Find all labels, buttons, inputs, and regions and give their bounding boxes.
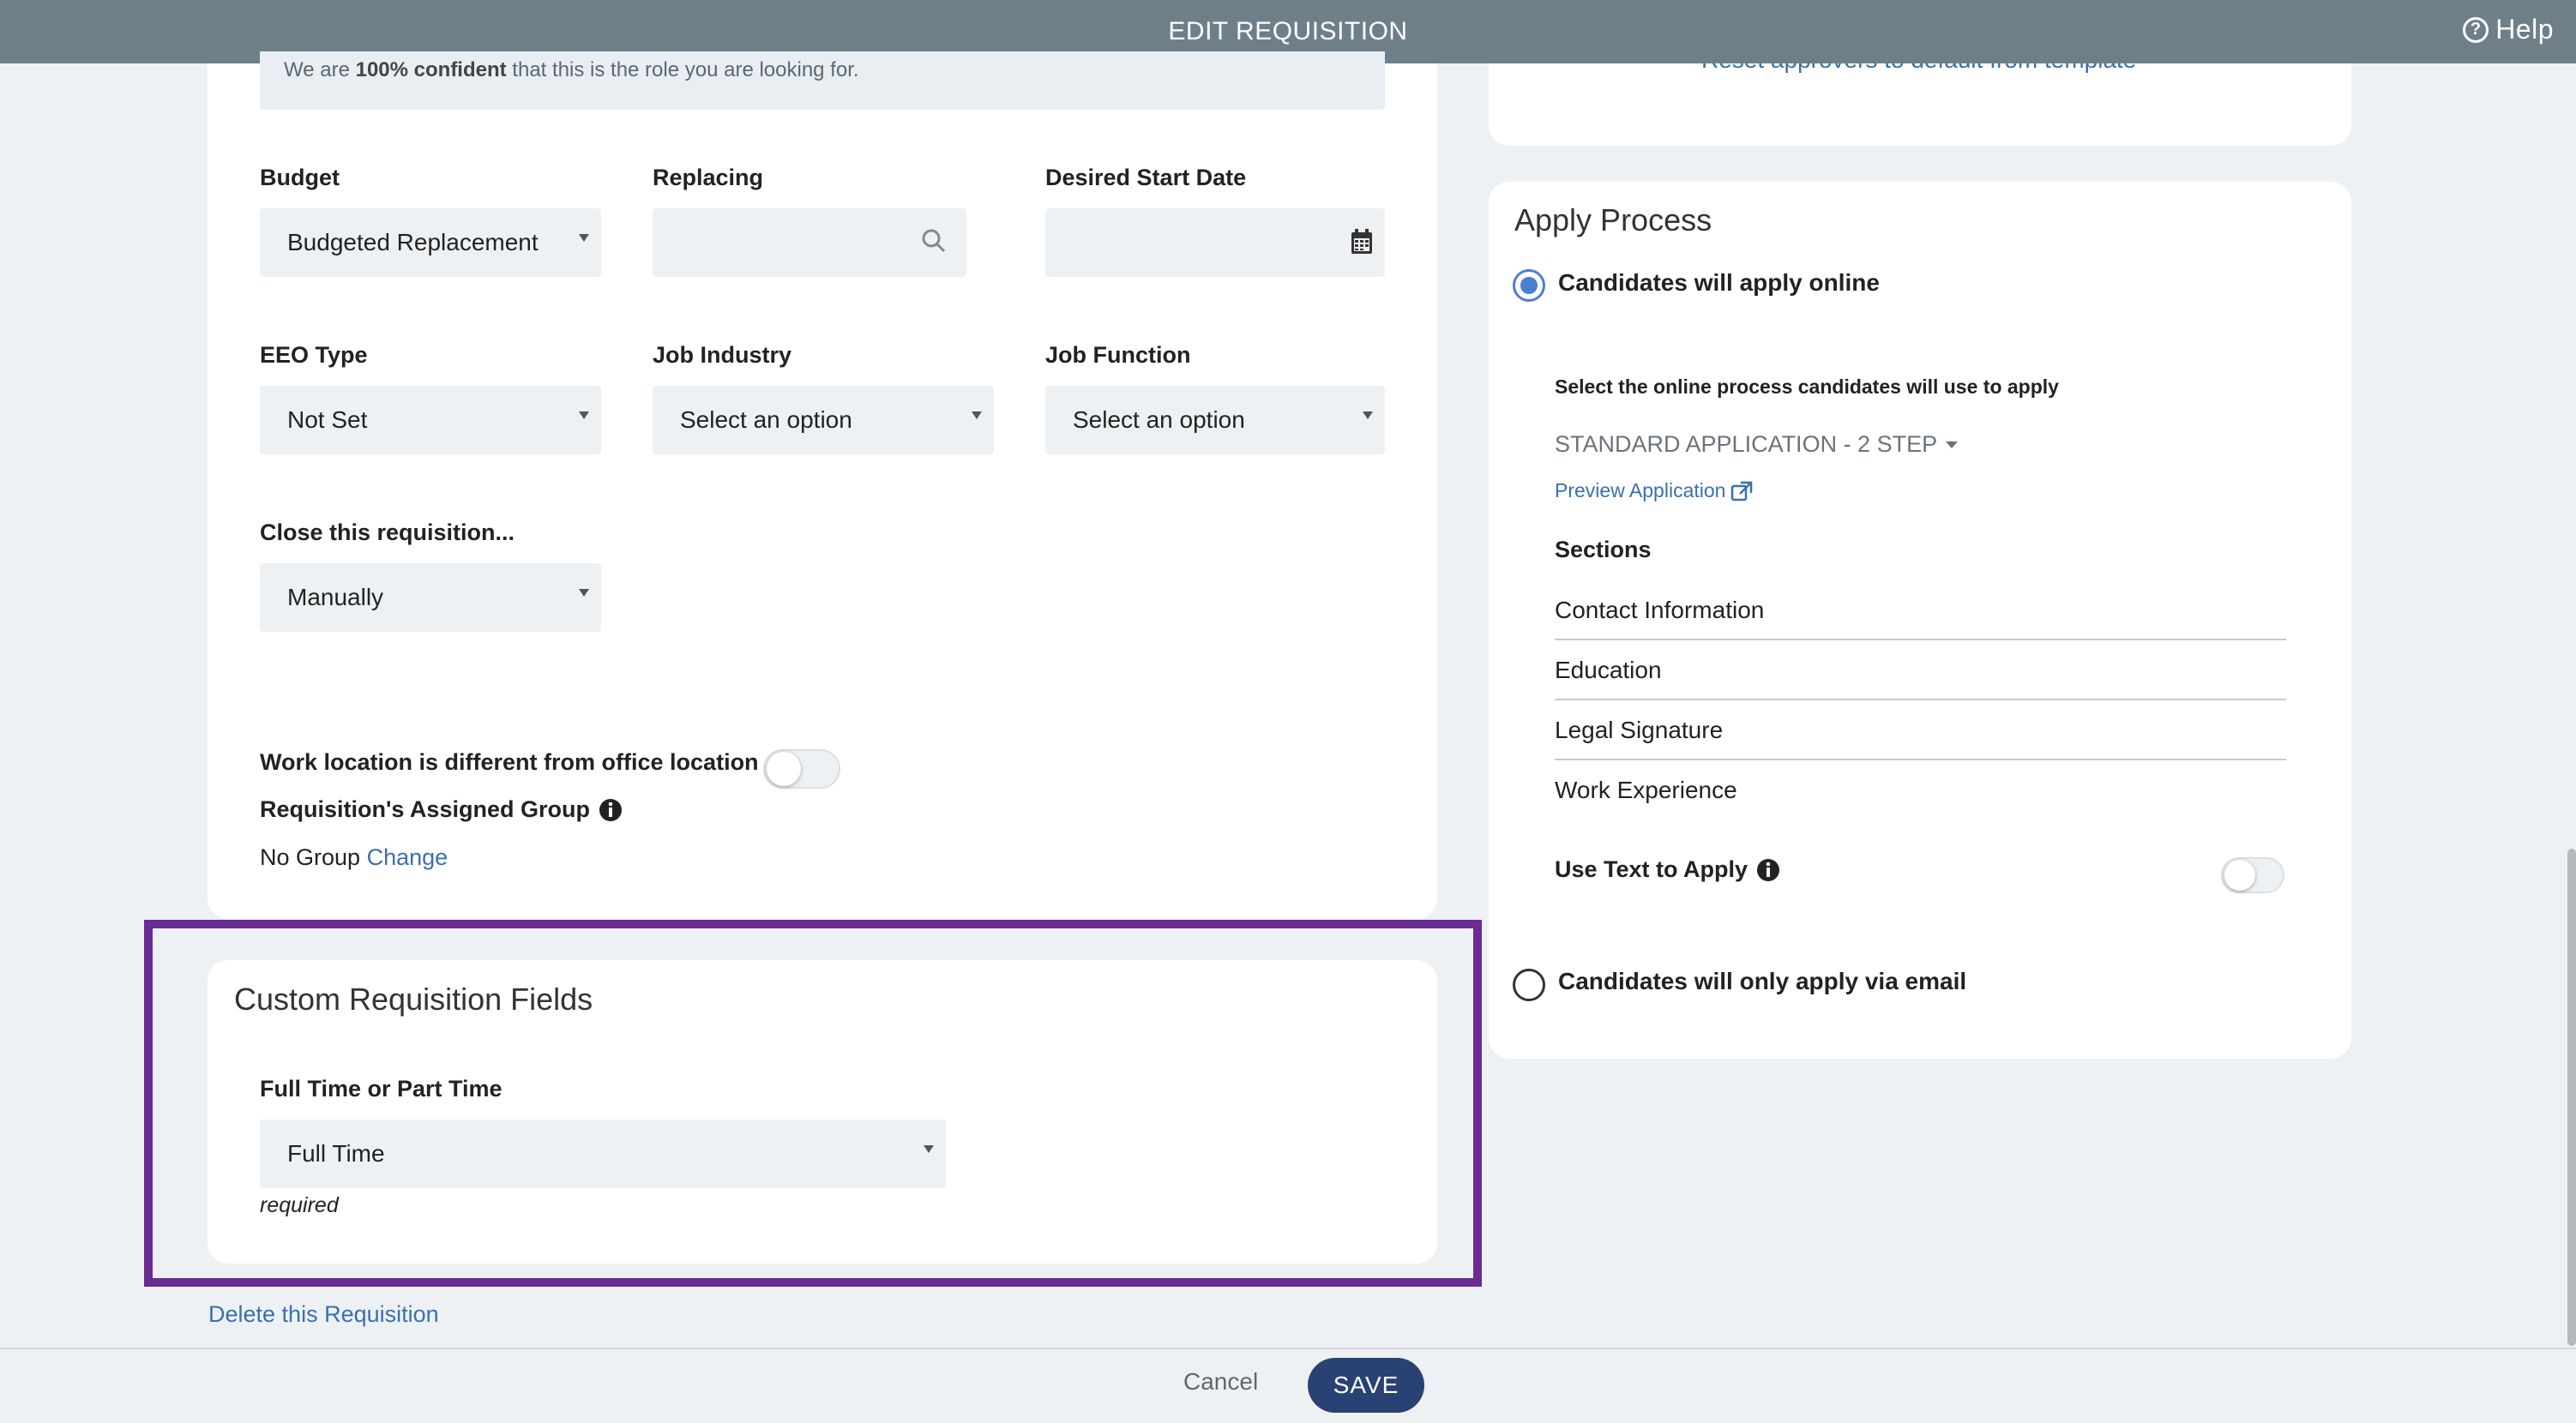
sections-label: Sections: [1555, 537, 1652, 562]
budget-label: Budget: [260, 165, 340, 190]
divider: [1555, 639, 2286, 640]
caret-down-icon: [1946, 441, 1959, 448]
section-item: Work Experience: [1555, 777, 1737, 803]
desired-start-date-label: Desired Start Date: [1045, 165, 1247, 190]
close-requisition-select[interactable]: Manually: [260, 563, 601, 632]
apply-online-radio[interactable]: [1513, 269, 1545, 302]
calendar-icon: [1351, 229, 1372, 254]
close-requisition-label: Close this requisition...: [260, 519, 515, 545]
work-location-toggle[interactable]: [763, 749, 840, 789]
footer-bar: [0, 1348, 2576, 1423]
toggle-knob: [2224, 860, 2255, 891]
help-button[interactable]: ? Help: [2463, 14, 2554, 45]
divider: [1555, 759, 2286, 760]
job-industry-label: Job Industry: [653, 342, 792, 368]
text-to-apply-label: Use Text to Apply: [1555, 856, 1780, 883]
chevron-down-icon: [579, 589, 589, 597]
toggle-knob: [767, 752, 801, 786]
info-icon: [599, 798, 622, 821]
apply-email-label: Candidates will only apply via email: [1558, 968, 1967, 994]
reset-approvers-link[interactable]: Reset approvers to default from template: [1701, 63, 2136, 74]
save-button[interactable]: SAVE: [1308, 1358, 1424, 1413]
requisition-details-card: [208, 63, 1437, 919]
delete-requisition-link[interactable]: Delete this Requisition: [208, 1301, 439, 1328]
chevron-down-icon: [579, 234, 589, 242]
desired-start-date-input[interactable]: [1045, 208, 1385, 277]
info-icon: [1757, 858, 1780, 881]
chevron-down-icon: [1363, 411, 1373, 419]
scrollbar[interactable]: [2567, 849, 2576, 1346]
job-industry-select[interactable]: Select an option: [653, 386, 994, 454]
highlight-box: [144, 920, 1482, 1287]
apply-process-title: Apply Process: [1514, 202, 1712, 237]
assigned-group-value: No Group Change: [260, 844, 448, 870]
chevron-down-icon: [972, 411, 982, 419]
divider: [1555, 699, 2286, 700]
section-item: Contact Information: [1555, 597, 1765, 623]
select-process-label: Select the online process candidates wil…: [1555, 375, 2059, 398]
work-location-label: Work location is different from office l…: [260, 749, 759, 775]
replacing-label: Replacing: [653, 165, 764, 190]
eeo-type-label: EEO Type: [260, 342, 368, 368]
text-to-apply-toggle[interactable]: [2221, 857, 2284, 893]
section-item: Education: [1555, 657, 1662, 683]
confidence-banner: We are 100% confident that this is the r…: [260, 51, 1385, 110]
page-title: EDIT REQUISITION: [1168, 17, 1408, 45]
apply-email-radio[interactable]: [1513, 969, 1545, 1001]
change-group-link[interactable]: Change: [367, 844, 448, 870]
help-label: Help: [2495, 14, 2554, 45]
search-icon: [922, 229, 946, 253]
budget-select[interactable]: Budgeted Replacement: [260, 208, 601, 277]
apply-online-label: Candidates will apply online: [1558, 269, 1880, 296]
question-circle-icon: ?: [2463, 16, 2489, 43]
cancel-button[interactable]: Cancel: [1183, 1368, 1258, 1396]
approvers-card: Reset approvers to default from template: [1489, 63, 2351, 146]
assigned-group-label: Requisition's Assigned Group: [260, 796, 623, 823]
eeo-type-select[interactable]: Not Set: [260, 386, 601, 454]
preview-application-link[interactable]: Preview Application: [1555, 479, 1753, 502]
external-link-icon: [1731, 481, 1753, 501]
section-item: Legal Signature: [1555, 717, 1724, 743]
chevron-down-icon: [579, 411, 589, 419]
job-function-select[interactable]: Select an option: [1045, 386, 1385, 454]
job-function-label: Job Function: [1045, 342, 1191, 368]
radio-dot: [1520, 277, 1538, 294]
replacing-input[interactable]: [653, 208, 966, 277]
application-process-dropdown[interactable]: STANDARD APPLICATION - 2 STEP: [1555, 431, 1959, 458]
